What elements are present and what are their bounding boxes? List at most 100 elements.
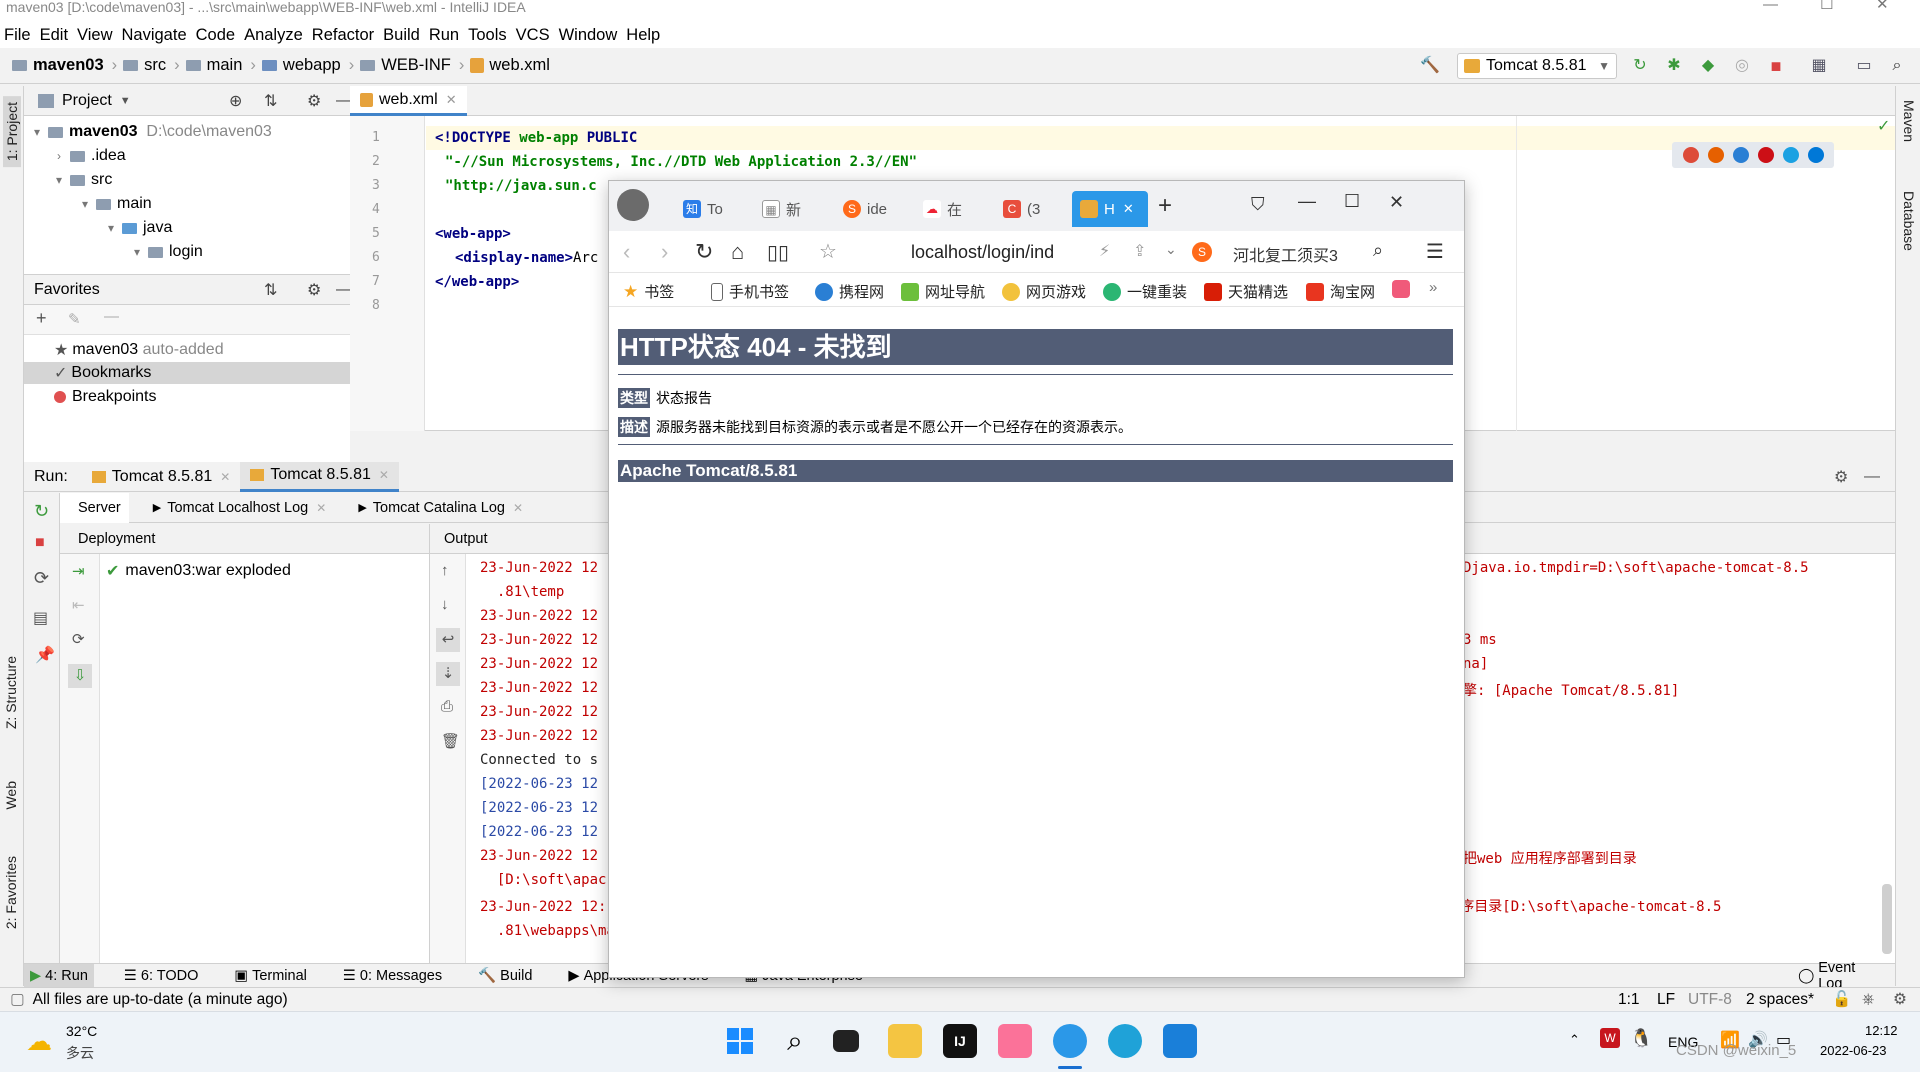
close-icon[interactable]: ✕: [513, 501, 523, 515]
browser-tab-1[interactable]: 知 To: [683, 194, 723, 224]
remove-icon[interactable]: —: [104, 308, 119, 325]
hide-icon[interactable]: —: [1864, 468, 1880, 486]
menu-analyze[interactable]: Analyze: [244, 26, 303, 45]
chevron-down-icon[interactable]: ⌄: [1165, 241, 1177, 258]
avatar[interactable]: [617, 189, 649, 221]
run-config-select[interactable]: Tomcat 8.5.81 ▼: [1457, 53, 1617, 79]
chevron-down-icon[interactable]: ▼: [120, 95, 131, 107]
tool-tab-database[interactable]: Database: [1901, 191, 1917, 251]
arrow-up-icon[interactable]: ↑: [441, 562, 449, 579]
browser-tab-5[interactable]: C (3: [1003, 194, 1040, 224]
collapse-all-icon[interactable]: ⇅: [264, 91, 277, 111]
update-resources-icon[interactable]: ⇩: [68, 664, 92, 688]
debug-icon[interactable]: ✱: [1665, 57, 1683, 75]
home-icon[interactable]: ⌂: [731, 239, 744, 265]
taskbar-intellij-icon[interactable]: IJ: [943, 1024, 977, 1058]
stop-icon[interactable]: ■: [35, 534, 45, 552]
presentation-icon[interactable]: ▭: [1855, 57, 1873, 75]
subtab-server[interactable]: Server: [60, 492, 129, 523]
taskbar-edge-icon[interactable]: [1108, 1024, 1142, 1058]
close-icon[interactable]: ✕: [220, 470, 230, 484]
menu-edit[interactable]: Edit: [40, 26, 68, 45]
browser-tab-active[interactable]: H ✕: [1072, 191, 1148, 227]
pin-icon[interactable]: 📌: [35, 645, 55, 665]
close-icon[interactable]: ✕: [1123, 201, 1134, 217]
profile-icon[interactable]: ◎: [1733, 57, 1751, 75]
browser-tab-2[interactable]: ▦ 新: [762, 194, 801, 224]
scroll-to-end-icon[interactable]: ⇣: [436, 662, 460, 686]
reader-icon[interactable]: ▯▯: [767, 240, 789, 265]
taskbar-bilibili-icon[interactable]: [998, 1024, 1032, 1058]
tree-item-main[interactable]: ▾ main: [78, 193, 152, 215]
url-input[interactable]: localhost/login/ind: [911, 242, 1054, 263]
reload-icon[interactable]: ↻: [695, 239, 713, 265]
gear-icon[interactable]: ⚙: [1834, 467, 1848, 487]
opera-icon[interactable]: [1757, 147, 1774, 163]
menu-view[interactable]: View: [77, 26, 112, 45]
arrow-down-icon[interactable]: ↓: [441, 596, 449, 613]
crumb-webapp[interactable]: webapp: [261, 56, 341, 75]
bottom-tab-messages[interactable]: ☰ 0: Messages: [337, 964, 448, 988]
close-icon[interactable]: ✕: [1389, 192, 1404, 213]
shirt-icon[interactable]: ⛉: [1251, 194, 1265, 215]
lock-icon[interactable]: 🔓: [1832, 990, 1851, 1009]
tool-tab-web[interactable]: Web: [3, 781, 19, 810]
code-line-2[interactable]: "-//Sun Microsystems, Inc.//DTD Web Appl…: [445, 154, 917, 170]
bottom-tab-run[interactable]: ▶ 4: Run: [24, 963, 94, 988]
bottom-tab-todo[interactable]: ☰ 6: TODO: [118, 964, 204, 988]
crumb-web-inf[interactable]: WEB-INF: [360, 56, 451, 75]
close-icon[interactable]: ✕: [379, 468, 389, 482]
clock-time[interactable]: 12:12: [1865, 1023, 1898, 1038]
menu-vcs[interactable]: VCS: [516, 26, 550, 45]
edge-icon[interactable]: [1807, 147, 1824, 163]
layout-icon[interactable]: ▤: [33, 608, 48, 628]
tree-item-maven03[interactable]: ▾ maven03 D:\code\maven03: [30, 121, 272, 143]
tree-item-src[interactable]: ▾ src: [52, 169, 112, 191]
back-icon[interactable]: ‹: [623, 239, 630, 265]
stop-icon[interactable]: ■: [1767, 57, 1785, 75]
forward-icon[interactable]: ›: [661, 239, 668, 265]
crumb-web-xml[interactable]: web.xml: [470, 56, 550, 75]
line-separator[interactable]: LF: [1657, 991, 1675, 1009]
maximize-button[interactable]: ☐: [1820, 0, 1833, 12]
caret-position[interactable]: 1:1: [1618, 991, 1640, 1009]
chrome-icon[interactable]: [1682, 147, 1699, 163]
ie-icon[interactable]: [1782, 147, 1799, 163]
crumb-src[interactable]: src: [123, 56, 166, 75]
menu-help[interactable]: Help: [626, 26, 660, 45]
bottom-tab-build[interactable]: 🔨 Build: [472, 964, 538, 988]
menu-navigate[interactable]: Navigate: [122, 26, 187, 45]
edit-icon[interactable]: ✎: [68, 310, 81, 328]
close-button[interactable]: ✕: [1876, 0, 1889, 12]
bookmark-item[interactable]: 手机书签: [711, 281, 789, 302]
close-icon[interactable]: ✕: [446, 92, 457, 108]
tool-tab-project[interactable]: 1: Project: [3, 96, 21, 168]
browser-tab-4[interactable]: ☁ 在: [923, 194, 962, 224]
star-icon[interactable]: ☆: [819, 239, 837, 264]
firefox-icon[interactable]: [1707, 147, 1724, 163]
close-icon[interactable]: ✕: [316, 501, 326, 515]
crumb-main[interactable]: main: [185, 56, 242, 75]
clock-date[interactable]: 2022-06-23: [1820, 1043, 1887, 1058]
tree-item-idea[interactable]: › .idea: [52, 145, 126, 167]
subtab-catalina-log[interactable]: ▶ Tomcat Catalina Log ✕: [350, 493, 531, 523]
taskbar-explorer-icon[interactable]: [888, 1024, 922, 1058]
minimize-icon[interactable]: —: [1298, 191, 1316, 212]
share-icon[interactable]: ⇪: [1133, 241, 1146, 261]
bookmark-item[interactable]: 一键重装: [1103, 281, 1187, 302]
code-line-3[interactable]: "http://java.sun.c: [445, 178, 597, 194]
bottom-tab-terminal[interactable]: ▣ Terminal: [228, 964, 313, 988]
editor-tab-web-xml[interactable]: web.xml ✕: [350, 86, 467, 116]
soft-wrap-icon[interactable]: ↩: [436, 628, 460, 652]
deploy-icon[interactable]: ⇥: [72, 562, 85, 580]
browser-tab-3[interactable]: Side: [843, 194, 887, 224]
search-icon[interactable]: ⌕: [1373, 240, 1383, 261]
start-button[interactable]: [723, 1024, 757, 1058]
crumb-project[interactable]: maven03: [12, 56, 104, 75]
menu-refactor[interactable]: Refactor: [312, 26, 374, 45]
refresh-icon[interactable]: ⟳: [72, 630, 85, 648]
rerun-icon[interactable]: ↻: [1631, 57, 1649, 75]
chevron-up-icon[interactable]: ⌃: [1569, 1032, 1580, 1048]
weather-icon[interactable]: ☁: [26, 1026, 52, 1057]
status-icon[interactable]: ▢: [10, 990, 25, 1009]
